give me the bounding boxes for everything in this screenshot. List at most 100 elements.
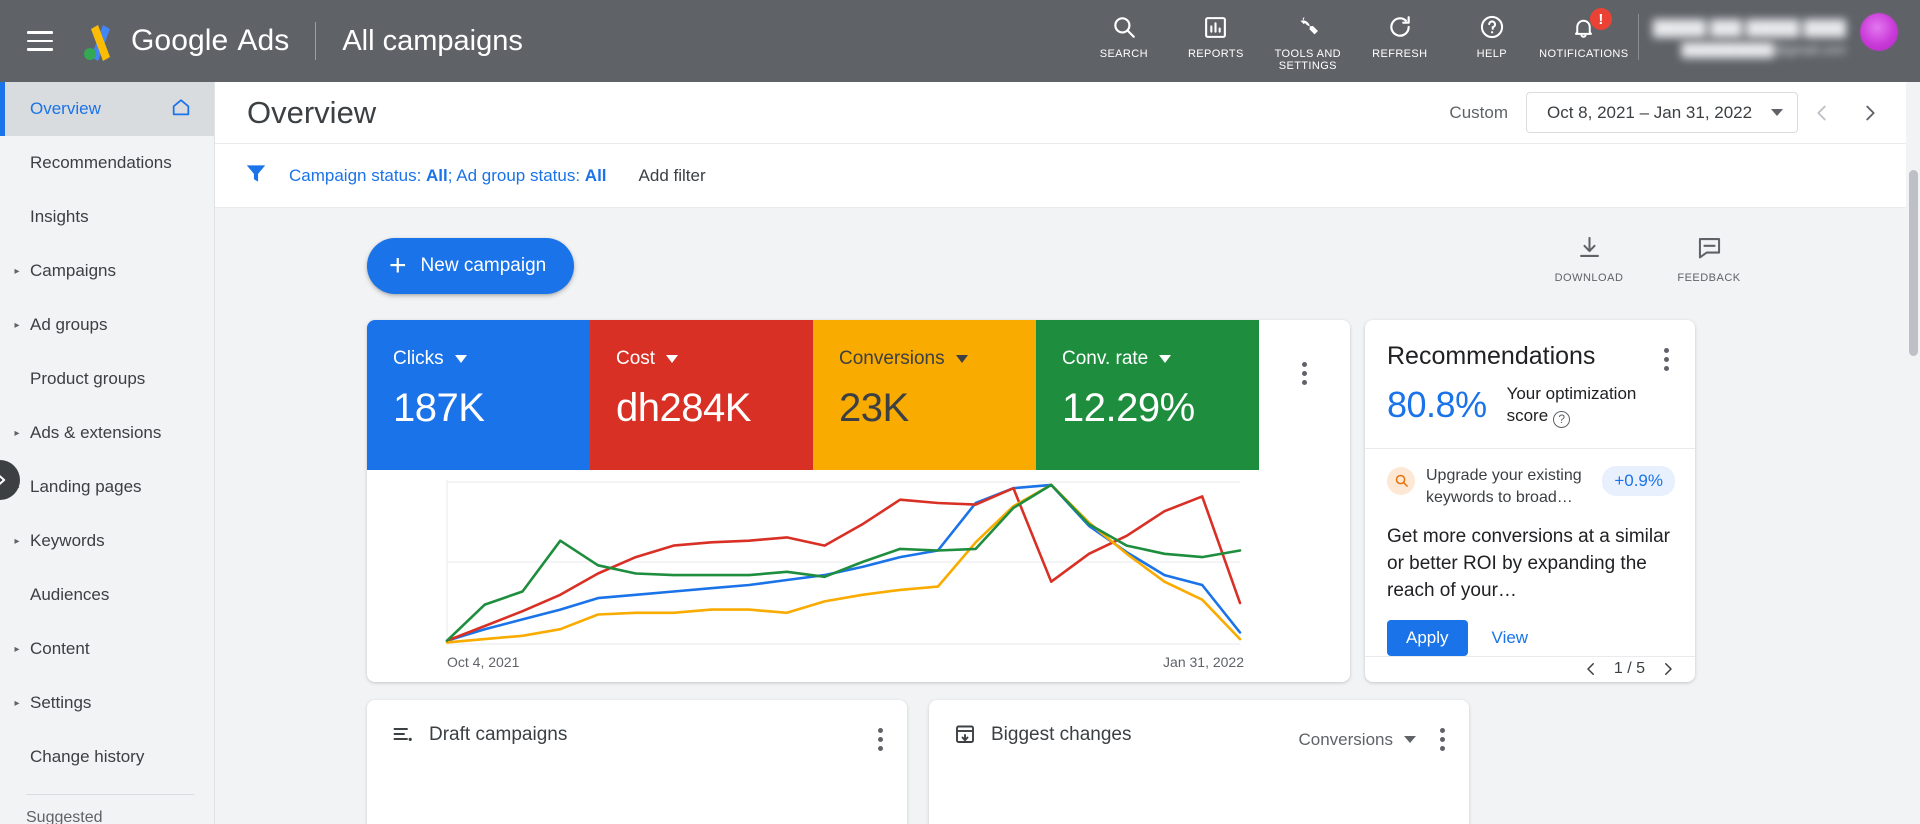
sidebar-item-ad-groups[interactable]: ▸ Ad groups — [0, 298, 214, 352]
scorecard-label-row[interactable]: Clicks — [393, 348, 590, 370]
top-app-bar: Google Ads All campaigns SEARCH REPORTS … — [0, 0, 1920, 82]
more-vert-icon[interactable] — [1296, 356, 1313, 391]
recommendation-title: Upgrade your existing keywords to broad… — [1426, 466, 1582, 506]
date-range-text: Oct 8, 2021 – Jan 31, 2022 — [1547, 102, 1753, 122]
filter-bar: Campaign status: All; Ad group status: A… — [215, 144, 1920, 208]
sidebar-item-label: Settings — [30, 693, 92, 712]
sidebar-item-settings[interactable]: ▸ Settings — [0, 676, 214, 730]
sidebar-item-label: Content — [30, 639, 90, 658]
apply-button[interactable]: Apply — [1387, 619, 1468, 656]
sidebar-item-overview[interactable]: ▸ Overview — [0, 82, 214, 136]
hamburger-menu-icon[interactable] — [27, 31, 53, 51]
sidebar-item-change-history[interactable]: ▸ Change history — [0, 730, 214, 784]
scorecard-value: 12.29% — [1062, 386, 1195, 430]
tools-and-settings-button[interactable]: TOOLS AND SETTINGS — [1262, 10, 1354, 72]
sidebar-item-label: Ads & extensions — [30, 423, 162, 442]
more-vert-icon[interactable] — [1658, 342, 1675, 377]
tools-and-settings-label: TOOLS AND SETTINGS — [1274, 48, 1342, 72]
pager-next-button[interactable] — [1659, 660, 1677, 678]
scorecard-label: Conv. rate — [1062, 348, 1149, 369]
sidebar-item-label: Keywords — [30, 531, 105, 550]
brand-divider — [315, 22, 317, 60]
scorecard-cost[interactable]: Cost dh284K — [590, 320, 813, 470]
filter-adgroup-value: All — [584, 165, 607, 185]
date-range-picker[interactable]: Oct 8, 2021 – Jan 31, 2022 — [1526, 92, 1798, 133]
expand-arrow-icon[interactable]: ▸ — [4, 266, 30, 277]
scorecard-row: Clicks 187K Cost dh284K Conversions 23K … — [367, 320, 1350, 470]
bottom-cards-row: Draft campaigns Biggest changes Conversi… — [367, 700, 1469, 824]
feedback-label: FEEDBACK — [1677, 272, 1741, 284]
main-content: Overview Custom Oct 8, 2021 – Jan 31, 20… — [215, 82, 1920, 824]
refresh-icon — [1387, 10, 1413, 44]
date-next-button[interactable] — [1846, 89, 1894, 137]
sidebar-item-label: Product groups — [30, 369, 146, 388]
page-header: Overview Custom Oct 8, 2021 – Jan 31, 20… — [215, 82, 1920, 144]
scorecard-value: 23K — [839, 386, 909, 430]
account-info[interactable]: █████ ███ █████ ████ ██████████@gmail.co… — [1653, 10, 1860, 66]
expand-arrow-icon[interactable]: ▸ — [4, 644, 30, 655]
sidebar-item-ads-extensions[interactable]: ▸ Ads & extensions — [0, 406, 214, 460]
scorecard-label-row[interactable]: Conversions — [839, 348, 1036, 370]
content-toolbar: DOWNLOAD FEEDBACK — [1552, 234, 1746, 284]
chevron-down-icon — [1771, 109, 1783, 116]
add-filter-button[interactable]: Add filter — [639, 166, 706, 186]
biggest-changes-card[interactable]: Biggest changes Conversions — [929, 700, 1469, 824]
refresh-button[interactable]: REFRESH — [1354, 10, 1446, 60]
sidebar-item-landing-pages[interactable]: ▸ Landing pages — [0, 460, 214, 514]
page-scrollbar-track[interactable] — [1906, 82, 1920, 824]
expand-arrow-icon[interactable]: ▸ — [4, 428, 30, 439]
sidebar-item-audiences[interactable]: ▸ Audiences — [0, 568, 214, 622]
scorecard-label-row[interactable]: Cost — [616, 348, 813, 370]
dashboard-content: + New campaign DOWNLOAD FEEDBACK Clicks … — [215, 208, 1920, 824]
help-circle-icon[interactable]: ? — [1553, 410, 1571, 428]
avatar[interactable] — [1860, 13, 1898, 51]
feedback-button[interactable]: FEEDBACK — [1672, 234, 1746, 284]
sidebar-item-content[interactable]: ▸ Content — [0, 622, 214, 676]
view-button[interactable]: View — [1478, 620, 1543, 656]
help-button[interactable]: HELP — [1446, 10, 1538, 60]
brand-ads: Ads — [237, 24, 290, 57]
chevron-down-icon — [1159, 355, 1172, 363]
chevron-down-icon — [454, 355, 467, 363]
sidebar-item-product-groups[interactable]: ▸ Product groups — [0, 352, 214, 406]
scorecard-conv-rate[interactable]: Conv. rate 12.29% — [1036, 320, 1259, 470]
date-prev-button[interactable] — [1798, 89, 1846, 137]
more-vert-icon[interactable] — [872, 722, 889, 757]
bottom-card-actions — [872, 722, 889, 757]
scorecard-clicks[interactable]: Clicks 187K — [367, 320, 590, 470]
sidebar-item-recommendations[interactable]: ▸ Recommendations — [0, 136, 214, 190]
scorecard-label-row[interactable]: Conv. rate — [1062, 348, 1259, 370]
scorecard-conversions[interactable]: Conversions 23K — [813, 320, 1036, 470]
notifications-button[interactable]: ! NOTIFICATIONS — [1538, 8, 1630, 60]
sidebar-nav: ▸ Overview ▸ Recommendations ▸ Insights … — [0, 82, 215, 824]
draft-campaigns-card[interactable]: Draft campaigns — [367, 700, 907, 824]
pager-prev-button[interactable] — [1582, 660, 1600, 678]
sidebar-item-keywords[interactable]: ▸ Keywords — [0, 514, 214, 568]
search-icon — [1111, 10, 1137, 44]
sidebar-item-campaigns[interactable]: ▸ Campaigns — [0, 244, 214, 298]
filter-chip-status[interactable]: Campaign status: All; Ad group status: A… — [289, 166, 607, 186]
reports-button[interactable]: REPORTS — [1170, 10, 1262, 60]
sidebar-item-label: Landing pages — [30, 477, 142, 496]
list-icon — [391, 722, 415, 751]
new-campaign-button[interactable]: + New campaign — [367, 238, 575, 294]
notification-badge: ! — [1589, 8, 1612, 30]
page-scrollbar-thumb[interactable] — [1909, 170, 1918, 356]
search-button[interactable]: SEARCH — [1078, 10, 1170, 60]
metric-selector[interactable]: Conversions — [1299, 730, 1416, 750]
overview-card: Clicks 187K Cost dh284K Conversions 23K … — [367, 320, 1350, 682]
expand-arrow-icon[interactable]: ▸ — [4, 698, 30, 709]
download-button[interactable]: DOWNLOAD — [1552, 234, 1626, 284]
filter-icon[interactable] — [243, 160, 269, 191]
expand-arrow-icon[interactable]: ▸ — [4, 536, 30, 547]
sidebar-item-insights[interactable]: ▸ Insights — [0, 190, 214, 244]
optimization-score-label: Your optimization score? — [1507, 383, 1636, 428]
date-preset-label: Custom — [1449, 102, 1508, 122]
refresh-label: REFRESH — [1372, 48, 1428, 60]
brand-title: Google Ads — [131, 24, 289, 58]
scorecard-label: Clicks — [393, 348, 444, 369]
expand-arrow-icon[interactable]: ▸ — [4, 320, 30, 331]
more-vert-icon[interactable] — [1434, 722, 1451, 757]
bottom-card-title: Biggest changes — [991, 724, 1132, 745]
account-divider — [1637, 14, 1639, 60]
